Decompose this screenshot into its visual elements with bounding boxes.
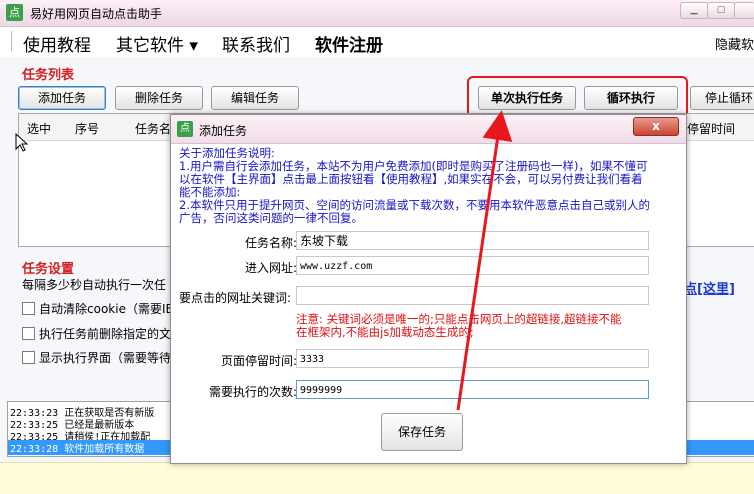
stop-loop-button[interactable]: 停止循环	[690, 86, 754, 110]
column-index[interactable]: 序号	[75, 120, 99, 137]
status-strip	[0, 462, 754, 494]
task-settings-title: 任务设置	[22, 262, 75, 277]
stay-time-input[interactable]: 3333	[296, 349, 649, 368]
clear-cookie-checkbox[interactable]	[22, 302, 35, 315]
count-label: 需要执行的次数:	[208, 385, 297, 399]
column-select[interactable]: 选中	[27, 120, 51, 137]
task-name-label: 任务名称:	[244, 236, 297, 250]
app-icon: 点	[6, 4, 23, 21]
task-list-title: 任务列表	[22, 68, 75, 83]
delete-files-checkbox[interactable]	[22, 327, 35, 340]
delete-task-button[interactable]: 删除任务	[115, 86, 203, 110]
add-task-dialog: 点 添加任务 x 关于添加任务说明: 1.用户需自行会添加任务，本站不为用户免费…	[170, 114, 687, 464]
menu-other-software[interactable]: 其它软件 ▾	[116, 31, 198, 56]
note-line: 以在软件【主界面】点击最上面按钮看【使用教程】,如果实在不会，可以另付费让我们看…	[179, 172, 643, 186]
minimize-button[interactable]: ▁	[680, 2, 708, 19]
title-bar: 点 易好用网页自动点击助手 ▁ ▢	[0, 0, 754, 27]
show-ui-label: 显示执行界面（需要等待	[39, 351, 172, 365]
note-heading: 关于添加任务说明:	[179, 146, 275, 160]
url-label: 进入网址:	[244, 261, 297, 275]
menu-contact[interactable]: 联系我们	[222, 31, 290, 56]
column-stay-time[interactable]: 停留时间	[687, 120, 735, 137]
menu-register[interactable]: 软件注册	[315, 31, 383, 56]
menu-divider	[11, 31, 12, 51]
note-line: 2.本软件只用于提升网页、空间的访问流量或下载次数，不要用本软件恶意点击自己或别…	[179, 198, 650, 212]
count-input[interactable]: 9999999	[296, 380, 649, 399]
stay-time-label: 页面停留时间:	[220, 354, 297, 368]
note-line: 能不能添加:	[179, 185, 241, 199]
dialog-close-button[interactable]: x	[633, 117, 679, 136]
note-line: 广告，否问这类问题的一律不回复。	[179, 211, 363, 225]
interval-label: 每隔多少秒自动执行一次任	[22, 278, 167, 292]
clear-cookie-label: 自动清除cookie（需要IE	[39, 302, 174, 316]
delete-files-label: 执行任务前删除指定的文	[39, 327, 172, 341]
close-button[interactable]	[734, 2, 754, 19]
note-line: 1.用户需自行会添加任务，本站不为用户免费添加(即时是购买了注册码也一样)，如果…	[179, 159, 648, 173]
mouse-cursor-icon	[15, 132, 29, 152]
edit-task-button[interactable]: 编辑任务	[211, 86, 299, 110]
column-task-name[interactable]: 任务名	[135, 120, 171, 137]
dialog-title: 添加任务	[199, 124, 248, 138]
hide-link[interactable]: 隐藏软	[715, 34, 754, 53]
dialog-title-bar: 点 添加任务 x	[171, 115, 686, 144]
dialog-app-icon: 点	[177, 121, 193, 137]
save-task-button[interactable]: 保存任务	[381, 413, 463, 451]
menu-tutorial[interactable]: 使用教程	[23, 31, 91, 56]
keyword-label: 要点击的网址关键词:	[179, 291, 292, 305]
window-title: 易好用网页自动点击助手	[30, 7, 163, 21]
click-here-link[interactable]: 点[这里]	[684, 278, 735, 297]
menu-bar: 使用教程 其它软件 ▾ 联系我们 软件注册 隐藏软	[0, 27, 754, 57]
warning-text: 在框架内,不能由js加载动态生成的;	[296, 325, 474, 339]
show-ui-checkbox[interactable]	[22, 351, 35, 364]
maximize-button[interactable]: ▢	[707, 2, 735, 19]
dialog-body: 关于添加任务说明: 1.用户需自行会添加任务，本站不为用户免费添加(即时是购买了…	[177, 144, 680, 456]
url-input[interactable]: www.uzzf.com	[296, 256, 649, 275]
keyword-input[interactable]	[296, 286, 649, 305]
task-name-input[interactable]: 东坡下载	[296, 231, 649, 250]
add-task-button[interactable]: 添加任务	[18, 86, 106, 110]
